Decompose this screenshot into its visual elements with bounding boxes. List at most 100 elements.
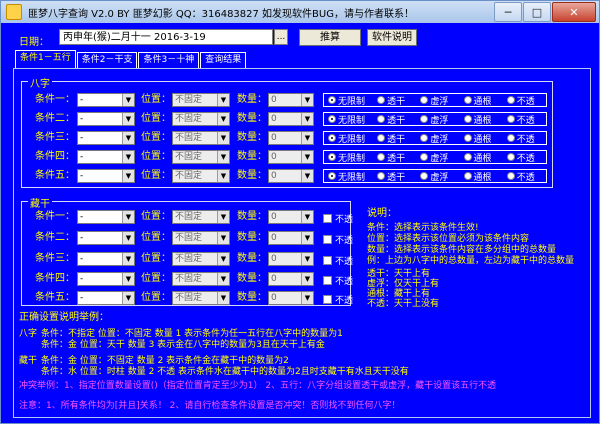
chevron-down-icon[interactable]: ▼ <box>301 94 313 106</box>
radio-option[interactable]: 虚浮 <box>420 94 459 107</box>
tab-results[interactable]: 查询结果 <box>200 52 247 68</box>
bazi-num-select[interactable]: 0 ▼ <box>268 150 314 164</box>
bazi-cond-select[interactable]: - ▼ <box>77 112 135 126</box>
bazi-pos-select[interactable]: 不固定 ▼ <box>172 131 230 145</box>
bazi-pos-select[interactable]: 不固定 ▼ <box>172 112 230 126</box>
radio-option[interactable]: 无限制 <box>328 94 373 107</box>
chevron-down-icon[interactable]: ▼ <box>217 232 229 244</box>
checkbox-icon[interactable] <box>323 276 332 285</box>
cg-pos-select[interactable]: 不固定 ▼ <box>172 252 230 266</box>
radio-option[interactable]: 透干 <box>377 151 416 164</box>
chevron-down-icon[interactable]: ▼ <box>217 273 229 285</box>
chevron-down-icon[interactable]: ▼ <box>301 211 313 223</box>
radio-option[interactable]: 无限制 <box>328 151 373 164</box>
radio-option[interactable]: 不透 <box>506 151 546 164</box>
radio-option[interactable]: 透干 <box>377 113 416 126</box>
chevron-down-icon[interactable]: ▼ <box>217 211 229 223</box>
radio-option[interactable]: 无限制 <box>328 170 373 183</box>
cg-cond-select[interactable]: - ▼ <box>77 210 135 224</box>
search-button[interactable]: 推算 <box>299 29 361 46</box>
cg-cond-select[interactable]: - ▼ <box>77 291 135 305</box>
bazi-pos-select[interactable]: 不固定 ▼ <box>172 93 230 107</box>
radio-option[interactable]: 通根 <box>463 132 503 145</box>
radio-option[interactable]: 无限制 <box>328 113 373 126</box>
radio-option[interactable]: 不透 <box>506 170 546 183</box>
chevron-down-icon[interactable]: ▼ <box>301 132 313 144</box>
chevron-down-icon[interactable]: ▼ <box>122 292 134 304</box>
bazi-cond-select[interactable]: - ▼ <box>77 131 135 145</box>
cg-pos-select[interactable]: 不固定 ▼ <box>172 231 230 245</box>
chevron-down-icon[interactable]: ▼ <box>122 151 134 163</box>
cg-num-select[interactable]: 0 ▼ <box>268 231 314 245</box>
chevron-down-icon[interactable]: ▼ <box>301 292 313 304</box>
chevron-down-icon[interactable]: ▼ <box>217 253 229 265</box>
cg-butou-checkbox[interactable]: 不透 <box>323 212 353 225</box>
cg-cond-select[interactable]: - ▼ <box>77 272 135 286</box>
chevron-down-icon[interactable]: ▼ <box>122 253 134 265</box>
chevron-down-icon[interactable]: ▼ <box>122 113 134 125</box>
radio-option[interactable]: 通根 <box>463 94 503 107</box>
date-picker-button[interactable]: ... <box>274 29 288 45</box>
cg-cond-select[interactable]: - ▼ <box>77 231 135 245</box>
bazi-cond-select[interactable]: - ▼ <box>77 169 135 183</box>
chevron-down-icon[interactable]: ▼ <box>122 94 134 106</box>
close-button[interactable]: ✕ <box>552 2 596 22</box>
cg-pos-select[interactable]: 不固定 ▼ <box>172 210 230 224</box>
chevron-down-icon[interactable]: ▼ <box>301 232 313 244</box>
cg-butou-checkbox[interactable]: 不透 <box>323 293 353 306</box>
chevron-down-icon[interactable]: ▼ <box>122 170 134 182</box>
checkbox-icon[interactable] <box>323 235 332 244</box>
tab-shishen[interactable]: 条件3－十神 <box>138 52 200 68</box>
radio-option[interactable]: 透干 <box>377 170 416 183</box>
bazi-num-select[interactable]: 0 ▼ <box>268 112 314 126</box>
radio-option[interactable]: 虚浮 <box>420 113 459 126</box>
cg-butou-checkbox[interactable]: 不透 <box>323 233 353 246</box>
cg-cond-select[interactable]: - ▼ <box>77 252 135 266</box>
radio-option[interactable]: 透干 <box>377 94 416 107</box>
radio-option[interactable]: 透干 <box>377 132 416 145</box>
bazi-num-select[interactable]: 0 ▼ <box>268 169 314 183</box>
bazi-num-select[interactable]: 0 ▼ <box>268 131 314 145</box>
chevron-down-icon[interactable]: ▼ <box>217 170 229 182</box>
radio-option[interactable]: 虚浮 <box>420 132 459 145</box>
chevron-down-icon[interactable]: ▼ <box>217 113 229 125</box>
radio-option[interactable]: 虚浮 <box>420 170 459 183</box>
cg-pos-select[interactable]: 不固定 ▼ <box>172 291 230 305</box>
chevron-down-icon[interactable]: ▼ <box>122 273 134 285</box>
chevron-down-icon[interactable]: ▼ <box>217 151 229 163</box>
chevron-down-icon[interactable]: ▼ <box>301 113 313 125</box>
radio-option[interactable]: 通根 <box>463 170 503 183</box>
checkbox-icon[interactable] <box>323 295 332 304</box>
checkbox-icon[interactable] <box>323 256 332 265</box>
cg-butou-checkbox[interactable]: 不透 <box>323 254 353 267</box>
chevron-down-icon[interactable]: ▼ <box>122 132 134 144</box>
chevron-down-icon[interactable]: ▼ <box>217 132 229 144</box>
help-button[interactable]: 软件说明 <box>367 29 417 46</box>
bazi-cond-select[interactable]: - ▼ <box>77 93 135 107</box>
radio-option[interactable]: 不透 <box>506 132 546 145</box>
radio-option[interactable]: 无限制 <box>328 132 373 145</box>
bazi-pos-select[interactable]: 不固定 ▼ <box>172 169 230 183</box>
date-input[interactable]: 丙申年(猴)二月十一 2016-3-19 <box>59 29 273 45</box>
radio-option[interactable]: 不透 <box>506 113 546 126</box>
radio-option[interactable]: 通根 <box>463 113 503 126</box>
cg-pos-select[interactable]: 不固定 ▼ <box>172 272 230 286</box>
radio-option[interactable]: 通根 <box>463 151 503 164</box>
chevron-down-icon[interactable]: ▼ <box>217 292 229 304</box>
cg-num-select[interactable]: 0 ▼ <box>268 210 314 224</box>
radio-option[interactable]: 虚浮 <box>420 151 459 164</box>
chevron-down-icon[interactable]: ▼ <box>122 232 134 244</box>
cg-num-select[interactable]: 0 ▼ <box>268 272 314 286</box>
cg-num-select[interactable]: 0 ▼ <box>268 291 314 305</box>
maximize-button[interactable]: □ <box>523 2 551 22</box>
bazi-num-select[interactable]: 0 ▼ <box>268 93 314 107</box>
chevron-down-icon[interactable]: ▼ <box>301 170 313 182</box>
chevron-down-icon[interactable]: ▼ <box>301 253 313 265</box>
tab-wuxing[interactable]: 条件1－五行 <box>15 50 76 68</box>
minimize-button[interactable]: ─ <box>494 2 522 22</box>
checkbox-icon[interactable] <box>323 214 332 223</box>
chevron-down-icon[interactable]: ▼ <box>301 273 313 285</box>
chevron-down-icon[interactable]: ▼ <box>217 94 229 106</box>
chevron-down-icon[interactable]: ▼ <box>122 211 134 223</box>
cg-num-select[interactable]: 0 ▼ <box>268 252 314 266</box>
